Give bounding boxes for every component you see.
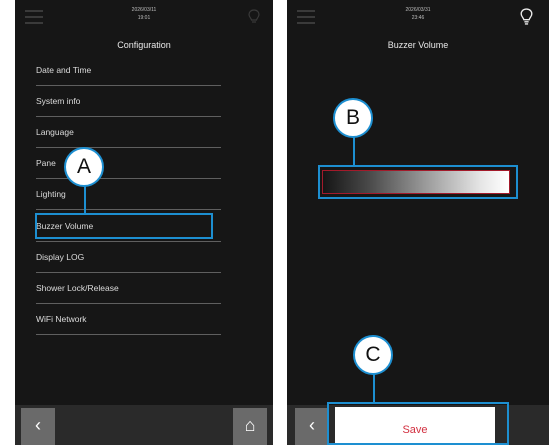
date-label: 2026/03/31 [405,7,431,13]
callout-c-line [373,373,375,403]
divider [36,85,221,86]
callout-a-highlight [35,213,213,239]
lightbulb-icon [520,8,533,25]
callout-b-line [353,136,355,166]
callout-a-line [84,184,86,214]
menu-item-system-info[interactable]: System info [36,88,221,114]
home-button[interactable]: ⌂ [233,408,267,445]
divider [36,147,221,148]
buzzer-volume-screen: 2026/03/31 23:46 Buzzer Volume ‹ Save [287,0,549,445]
chevron-left-icon: ‹ [35,415,41,435]
time-label: 23:46 [411,15,425,21]
divider [36,334,221,335]
callout-b-highlight [318,165,518,199]
divider [36,209,221,210]
menu-item-wifi-network[interactable]: WiFi Network [36,306,221,332]
page-title: Buzzer Volume [387,40,449,50]
menu-item-lighting[interactable]: Lighting [36,181,221,207]
date-label: 2026/03/11 [131,7,157,13]
lightbulb-icon [248,9,260,23]
menu-item-display-log[interactable]: Display LOG [36,244,221,270]
chevron-left-icon: ‹ [309,415,315,435]
divider [36,116,221,117]
back-button[interactable]: ‹ [21,408,55,445]
callout-a-badge: A [64,147,104,187]
divider [36,272,221,273]
back-button[interactable]: ‹ [295,408,329,445]
page-title: Configuration [117,40,171,50]
divider [36,303,221,304]
callout-b-badge: B [333,98,373,138]
divider [36,241,221,242]
menu-item-shower-lock-release[interactable]: Shower Lock/Release [36,275,221,301]
menu-item-date-and-time[interactable]: Date and Time [36,57,221,83]
home-icon: ⌂ [244,415,256,435]
divider [36,178,221,179]
callout-c-highlight [327,402,509,445]
callout-c-badge: C [353,335,393,375]
time-label: 19:01 [137,15,151,21]
menu-item-language[interactable]: Language [36,119,221,145]
